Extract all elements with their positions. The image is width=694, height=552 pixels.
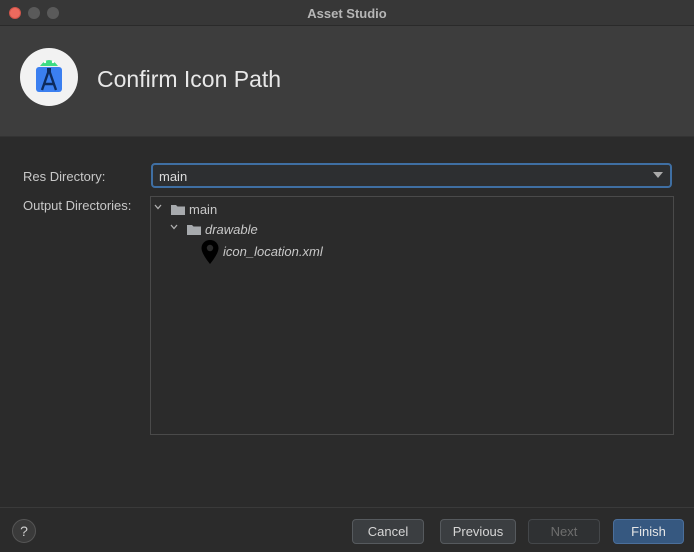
chevron-down-icon[interactable] bbox=[169, 222, 179, 232]
tree-node-drawable[interactable]: drawable bbox=[151, 220, 451, 240]
output-directories-label: Output Directories: bbox=[23, 198, 132, 213]
folder-icon bbox=[171, 205, 185, 215]
tree-node-label: icon_location.xml bbox=[223, 244, 323, 259]
tree-node-label: drawable bbox=[205, 222, 258, 237]
res-directory-value: main bbox=[159, 169, 188, 184]
previous-button[interactable]: Previous bbox=[440, 519, 516, 544]
finish-button[interactable]: Finish bbox=[613, 519, 684, 544]
wizard-content: Res Directory: main Output Directories: … bbox=[0, 137, 694, 507]
android-studio-icon bbox=[20, 48, 78, 106]
window-title: Asset Studio bbox=[307, 6, 387, 21]
folder-icon bbox=[187, 225, 201, 235]
res-directory-label: Res Directory: bbox=[23, 169, 106, 184]
next-button[interactable]: Next bbox=[528, 519, 600, 544]
tree-node-main[interactable]: main bbox=[151, 200, 451, 220]
help-button[interactable]: ? bbox=[12, 519, 36, 543]
output-directories-tree[interactable]: main drawable icon_location.xml bbox=[150, 196, 674, 435]
tree-node-label: main bbox=[189, 202, 218, 217]
cancel-button[interactable]: Cancel bbox=[352, 519, 424, 544]
location-pin-icon bbox=[201, 240, 219, 264]
chevron-down-icon bbox=[653, 172, 663, 178]
tree-node-file[interactable]: icon_location.xml bbox=[151, 239, 451, 265]
res-directory-dropdown[interactable]: main bbox=[151, 163, 672, 188]
wizard-footer: ? Cancel Previous Next Finish bbox=[0, 507, 694, 552]
chevron-down-icon[interactable] bbox=[153, 202, 163, 212]
page-title: Confirm Icon Path bbox=[97, 66, 282, 92]
title-bar: Asset Studio bbox=[0, 0, 694, 26]
wizard-header: Confirm Icon Path bbox=[0, 26, 694, 137]
